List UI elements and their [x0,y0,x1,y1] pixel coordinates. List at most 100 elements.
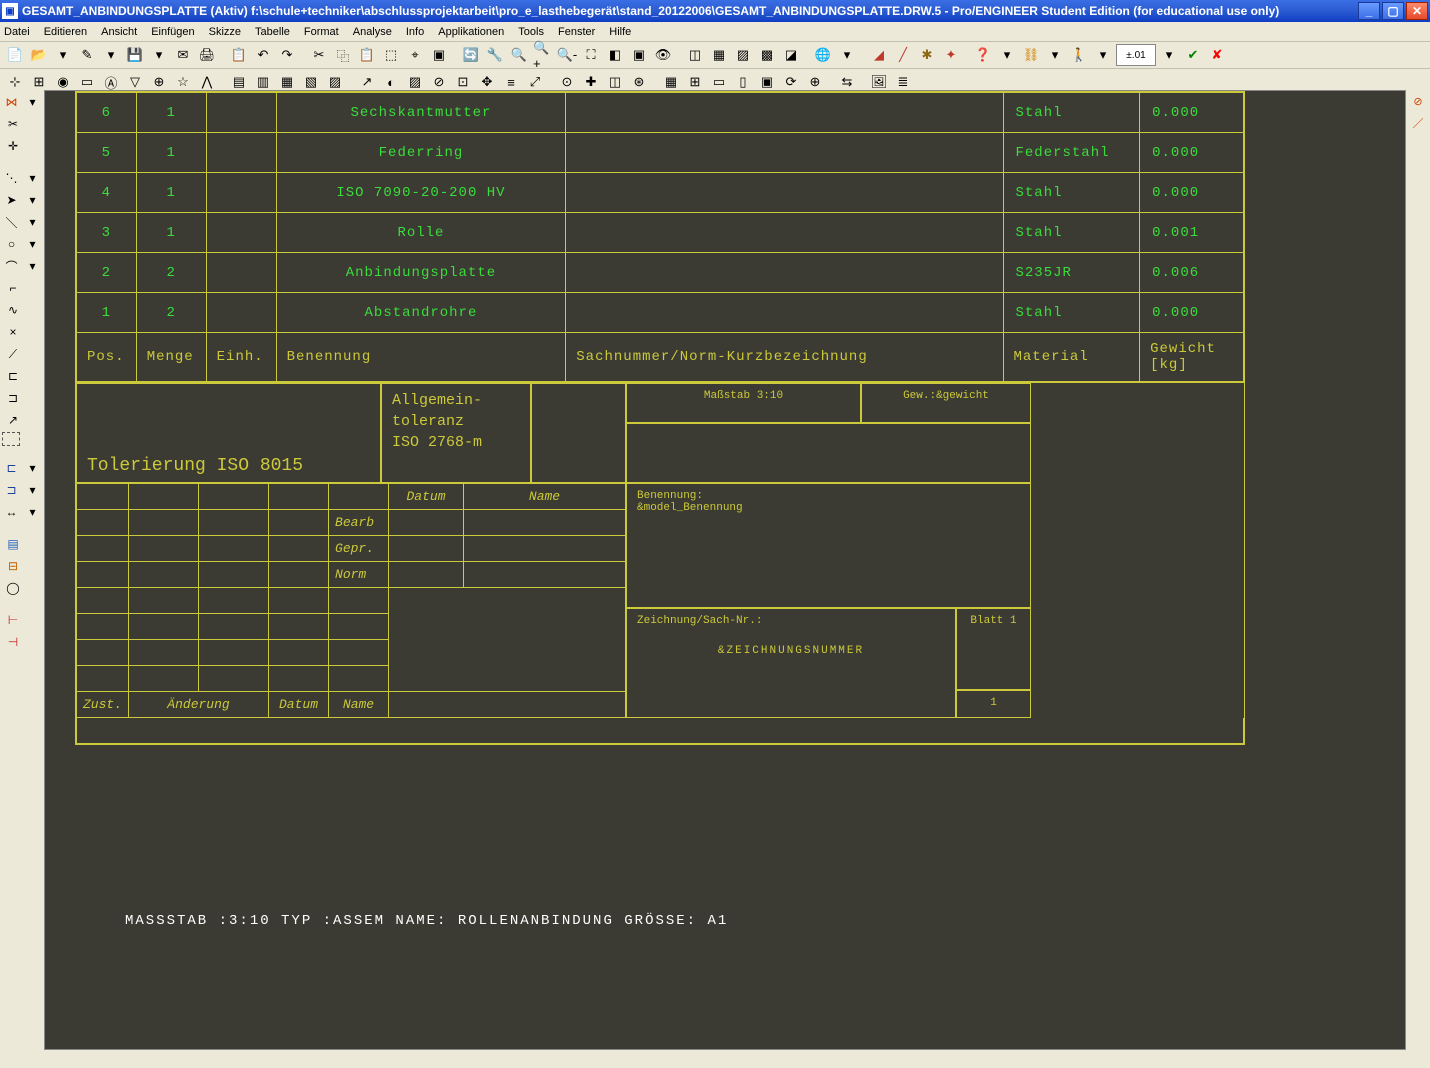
lfillet-icon[interactable]: ⌐ [2,278,24,298]
tanedge-icon[interactable]: ◪ [780,44,802,66]
dropdown-icon[interactable]: ▾ [100,44,122,66]
walk-icon[interactable]: 🚶 [1068,44,1090,66]
tool-icon[interactable]: 🔧 [484,44,506,66]
redo-icon[interactable]: ↷ [276,44,298,66]
dropdown-icon[interactable]: ▾ [836,44,858,66]
lpoint-icon[interactable]: × [2,322,24,342]
plane-icon[interactable]: ◢ [868,44,890,66]
wireframe-icon[interactable]: ◫ [684,44,706,66]
sketch-new-icon[interactable]: ✎ [76,44,98,66]
dropdown-icon[interactable]: ▾ [23,256,42,276]
axis-icon[interactable]: ╱ [892,44,914,66]
lselect-icon[interactable]: ⋈ [2,92,21,112]
save-icon[interactable]: 💾 [124,44,146,66]
menu-hilfe[interactable]: Hilfe [609,26,631,38]
lpointer-icon[interactable]: ➤ [2,190,21,210]
target-icon[interactable]: ⌖ [404,44,426,66]
larrow-icon[interactable]: ↗ [2,410,24,430]
dropdown-icon[interactable]: ▾ [23,168,42,188]
menu-datei[interactable]: Datei [4,26,30,38]
undo-icon[interactable]: ↶ [252,44,274,66]
lbox-sel-icon[interactable] [2,432,20,446]
zoom-in-icon[interactable]: 🔍+ [532,44,554,66]
print-icon[interactable]: 🖨 [196,44,218,66]
chain-icon[interactable]: ⛓ [1020,44,1042,66]
menu-ansicht[interactable]: Ansicht [101,26,137,38]
menu-info[interactable]: Info [406,26,424,38]
close-button[interactable]: ✕ [1406,2,1428,20]
menu-editieren[interactable]: Editieren [44,26,87,38]
ledge-icon[interactable]: ⊏ [2,366,24,386]
dropdown-icon[interactable]: ▾ [23,92,42,112]
dropdown-icon[interactable]: ▾ [23,190,42,210]
menu-format[interactable]: Format [304,26,339,38]
rsym-icon[interactable]: ⊘ [1408,92,1428,110]
help-icon[interactable]: ❓ [972,44,994,66]
ldatum2-icon[interactable]: ⊣ [2,632,24,652]
menu-fenster[interactable]: Fenster [558,26,595,38]
copy2-icon[interactable]: ⿻ [332,44,354,66]
cut-icon[interactable]: ✂ [308,44,330,66]
dropdown-icon[interactable]: ▾ [1092,44,1114,66]
rline-icon[interactable]: ／ [1408,114,1428,132]
drawing-canvas[interactable]: 6 1 Sechskantmutter Stahl 0.000 5 1 Fede… [44,90,1406,1050]
dropdown-icon[interactable]: ▾ [52,44,74,66]
minimize-button[interactable]: _ [1358,2,1380,20]
dropdown-icon[interactable]: ▾ [996,44,1018,66]
dropdown-icon[interactable]: ▾ [23,458,42,478]
ldatum1-icon[interactable]: ⊢ [2,610,24,630]
shade-icon[interactable]: ▨ [732,44,754,66]
search-icon[interactable]: 🔍 [508,44,530,66]
dropdown-icon[interactable]: ▾ [23,502,42,522]
maximize-button[interactable]: ▢ [1382,2,1404,20]
nohidden-icon[interactable]: ▩ [756,44,778,66]
point-icon[interactable]: ✱ [916,44,938,66]
zoom-fit-icon[interactable]: ⛶ [580,44,602,66]
tolerance-field[interactable]: ±.01 [1116,44,1156,66]
menu-einfuegen[interactable]: Einfügen [151,26,194,38]
lsheet-icon[interactable]: ▤ [2,534,24,554]
orient-icon[interactable]: ◧ [604,44,626,66]
ltrim-icon[interactable]: ✂ [2,114,24,134]
lconstr-icon[interactable]: ⋱ [2,168,21,188]
ldim-h-icon[interactable]: ↔ [2,502,21,522]
larc-icon[interactable]: ⌒ [2,256,21,276]
lspline-icon[interactable]: ∿ [2,300,24,320]
menu-analyse[interactable]: Analyse [353,26,392,38]
copy-icon[interactable]: 📋 [228,44,250,66]
lchain-icon[interactable]: ⊐ [2,388,24,408]
globe-icon[interactable]: 🌐 [812,44,834,66]
menu-applikationen[interactable]: Applikationen [438,26,504,38]
refit-icon[interactable]: ▣ [628,44,650,66]
dropdown-icon[interactable]: ▾ [23,480,42,500]
menu-tools[interactable]: Tools [518,26,544,38]
dropdown-icon[interactable]: ▾ [148,44,170,66]
dropdown-icon[interactable]: ▾ [23,234,42,254]
view-icon[interactable]: 👁 [652,44,674,66]
lalign-l-icon[interactable]: ⊏ [2,458,21,478]
paste-icon[interactable]: 📋 [356,44,378,66]
menu-tabelle[interactable]: Tabelle [255,26,290,38]
loffset-icon[interactable]: ⟋ [2,344,24,364]
open-icon[interactable]: 📂 [28,44,50,66]
regen-icon[interactable]: 🔄 [460,44,482,66]
select-all-icon[interactable]: ⬚ [380,44,402,66]
check-icon[interactable]: ✔ [1182,44,1204,66]
dropdown-icon[interactable]: ▾ [1044,44,1066,66]
ltree-icon[interactable]: ⊟ [2,556,24,576]
lcross-icon[interactable]: ✛ [2,136,24,156]
mail-icon[interactable]: ✉ [172,44,194,66]
hidden-icon[interactable]: ▦ [708,44,730,66]
new-icon[interactable]: 📄 [4,44,26,66]
csys-icon[interactable]: ✦ [940,44,962,66]
toggle-icon[interactable]: ▣ [428,44,450,66]
lcircle-icon[interactable]: ○ [2,234,21,254]
dropdown-icon[interactable]: ▾ [1158,44,1180,66]
dropdown-icon[interactable]: ▾ [23,212,42,232]
zoom-out-icon[interactable]: 🔍- [556,44,578,66]
lalign-r-icon[interactable]: ⊐ [2,480,21,500]
menu-skizze[interactable]: Skizze [209,26,241,38]
lline-icon[interactable]: ＼ [2,212,21,232]
lballoon-icon[interactable]: ◯ [2,578,24,598]
cancel-icon[interactable]: ✘ [1206,44,1228,66]
